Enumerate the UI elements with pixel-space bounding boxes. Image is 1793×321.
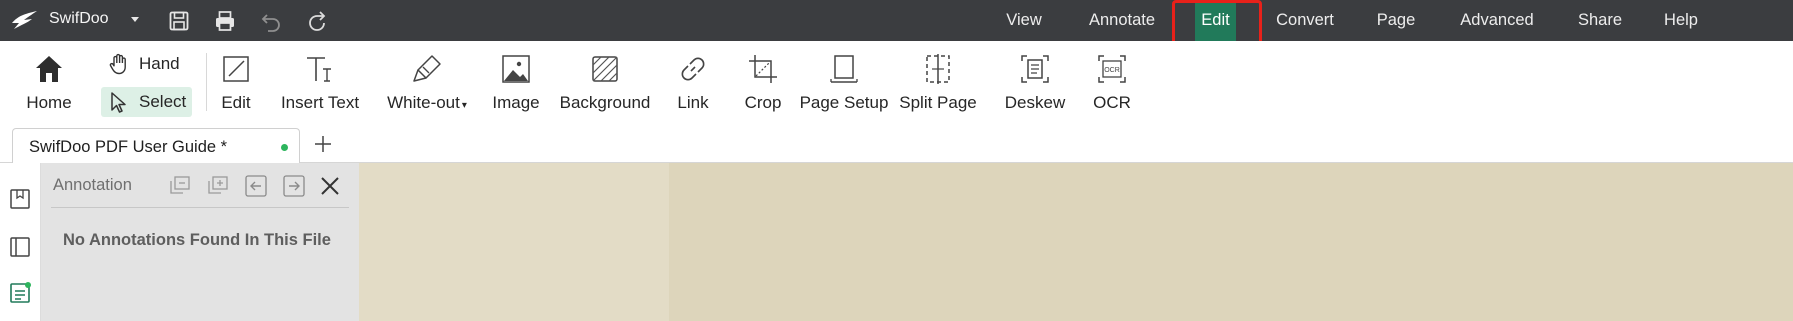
background-label: Background: [559, 93, 651, 112]
hand-label: Hand: [139, 54, 180, 73]
app-name[interactable]: SwifDoo: [49, 10, 109, 28]
next-annotation-icon[interactable]: [281, 173, 307, 199]
undo-icon[interactable]: [259, 9, 283, 33]
menu-advanced[interactable]: Advanced: [1449, 0, 1545, 41]
link-label: Link: [677, 93, 709, 112]
ocr-button[interactable]: OCR OCR: [1088, 41, 1136, 125]
background-button[interactable]: Background: [556, 41, 654, 125]
home-button[interactable]: Home: [14, 41, 84, 125]
split-page-label: Split Page: [899, 93, 977, 112]
ribbon-toolbar: Home Hand Select Edit Insert Text White-…: [0, 41, 1793, 125]
insert-text-button[interactable]: Insert Text: [278, 41, 362, 125]
swifdoo-logo-icon: [12, 11, 37, 29]
insert-text-label: Insert Text: [280, 93, 360, 112]
home-icon: [36, 56, 62, 82]
ocr-icon: OCR: [1098, 55, 1126, 83]
edit-tool-label: Edit: [221, 93, 251, 112]
annotation-panel: Annotation No Annotations Found In This …: [41, 163, 359, 321]
document-tab-bar: SwifDoo PDF User Guide *: [0, 125, 1793, 164]
panel-title: Annotation: [53, 176, 132, 194]
white-out-label: White-out ▾: [387, 93, 467, 112]
cursor-icon: [111, 92, 126, 113]
link-button[interactable]: Link: [668, 41, 718, 125]
panel-divider: [51, 207, 349, 208]
edit-tool-button[interactable]: Edit: [210, 41, 262, 125]
deskew-icon: [1021, 55, 1049, 83]
hand-icon: [109, 53, 126, 75]
image-button[interactable]: Image: [488, 41, 544, 125]
print-icon[interactable]: [213, 9, 237, 33]
unsaved-indicator: [281, 144, 288, 151]
white-out-icon: [413, 55, 441, 82]
save-icon[interactable]: [167, 9, 191, 33]
crop-icon: [749, 55, 777, 83]
document-page-column: [359, 163, 669, 321]
previous-annotation-icon[interactable]: [243, 173, 269, 199]
page-setup-label: Page Setup: [799, 93, 889, 112]
white-out-button[interactable]: White-out ▾: [380, 41, 474, 125]
link-icon: [681, 57, 705, 81]
svg-text:OCR: OCR: [1104, 67, 1120, 74]
image-label: Image: [492, 93, 540, 112]
title-bar: SwifDoo View Annotate Edit Convert Page …: [0, 0, 1793, 41]
crop-button[interactable]: Crop: [738, 41, 788, 125]
bookmark-icon[interactable]: [8, 187, 32, 211]
edit-icon: [223, 56, 249, 82]
collapse-all-icon[interactable]: [167, 173, 193, 199]
redo-icon[interactable]: [305, 9, 329, 33]
document-tab-title: SwifDoo PDF User Guide *: [29, 138, 228, 156]
document-viewer[interactable]: [359, 163, 1793, 321]
deskew-button[interactable]: Deskew: [1002, 41, 1068, 125]
left-sidebar: [0, 163, 41, 321]
select-label: Select: [139, 92, 187, 111]
menu-page[interactable]: Page: [1366, 0, 1426, 41]
home-label: Home: [26, 93, 72, 112]
annotations-icon[interactable]: [8, 281, 32, 305]
menu-view[interactable]: View: [988, 0, 1060, 41]
menu-share[interactable]: Share: [1570, 0, 1630, 41]
edit-highlight-box: [1172, 0, 1262, 45]
thumbnails-icon[interactable]: [8, 235, 32, 259]
menu-help[interactable]: Help: [1655, 0, 1707, 41]
select-tool-button[interactable]: Select: [101, 87, 192, 117]
close-icon[interactable]: [317, 173, 343, 199]
insert-text-icon: [307, 57, 331, 82]
menu-annotate[interactable]: Annotate: [1074, 0, 1170, 41]
menu-convert[interactable]: Convert: [1264, 0, 1346, 41]
ocr-label: OCR: [1093, 93, 1131, 112]
expand-all-icon[interactable]: [205, 173, 231, 199]
page-setup-icon: [830, 55, 858, 83]
image-icon: [502, 55, 530, 83]
page-setup-button[interactable]: Page Setup: [798, 41, 890, 125]
deskew-label: Deskew: [1004, 93, 1066, 112]
split-page-button[interactable]: Split Page: [896, 41, 980, 125]
background-icon: [592, 56, 618, 82]
split-page-icon: [926, 54, 950, 84]
empty-annotations-message: No Annotations Found In This File: [63, 231, 331, 249]
add-tab-icon[interactable]: [312, 133, 334, 155]
ribbon-divider: [206, 53, 207, 111]
hand-tool-button[interactable]: Hand: [101, 49, 185, 79]
crop-label: Crop: [744, 93, 782, 112]
document-tab[interactable]: SwifDoo PDF User Guide *: [12, 128, 300, 164]
dropdown-icon[interactable]: [128, 12, 142, 26]
